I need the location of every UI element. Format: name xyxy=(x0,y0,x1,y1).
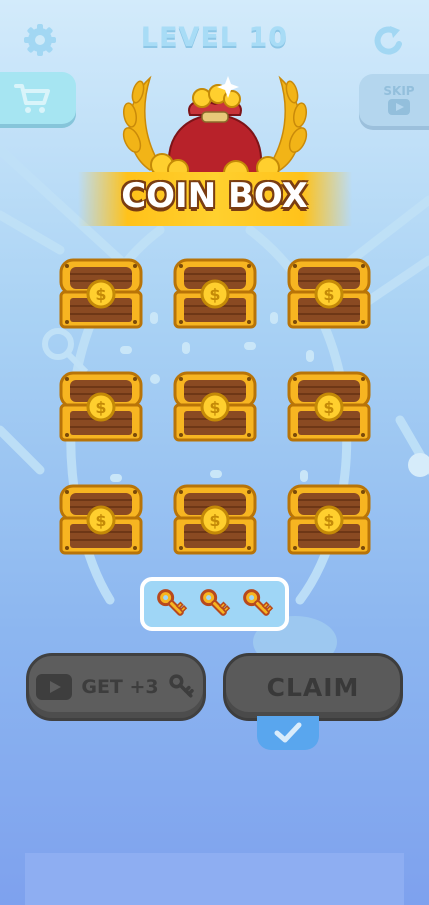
chest-icon[interactable]: $ xyxy=(172,369,258,443)
chest-icon[interactable]: $ xyxy=(58,482,144,556)
chest-icon[interactable]: $ xyxy=(172,482,258,556)
key-icon xyxy=(155,587,189,621)
claim-button[interactable]: CLAIM xyxy=(223,653,403,721)
svg-text:$: $ xyxy=(95,511,106,530)
svg-text:$: $ xyxy=(95,398,106,417)
svg-text:$: $ xyxy=(323,285,334,304)
reward-title: COIN BOX xyxy=(121,176,308,216)
get-keys-label: GET +3 xyxy=(81,676,159,698)
level-title: LEVEL 10 xyxy=(140,22,289,53)
chest-icon[interactable]: $ xyxy=(172,256,258,330)
chest-icon[interactable]: $ xyxy=(286,369,372,443)
svg-text:$: $ xyxy=(323,398,334,417)
chest-icon[interactable]: $ xyxy=(286,482,372,556)
video-icon xyxy=(388,99,410,115)
key-icon xyxy=(198,587,232,621)
restart-button[interactable] xyxy=(370,22,406,58)
key-icon xyxy=(168,674,194,698)
claim-label: CLAIM xyxy=(266,672,360,702)
video-icon xyxy=(36,674,73,700)
get-keys-video-button[interactable]: GET +3 xyxy=(26,653,206,721)
keys-counter xyxy=(140,577,289,631)
skip-label: SKIP xyxy=(383,84,415,98)
cart-icon xyxy=(14,84,50,113)
svg-text:$: $ xyxy=(209,511,220,530)
restart-icon xyxy=(374,26,402,55)
coin-bag-icon xyxy=(122,75,308,185)
svg-text:$: $ xyxy=(95,285,106,304)
ad-banner-area xyxy=(25,853,404,905)
chest-icon[interactable]: $ xyxy=(286,256,372,330)
svg-text:$: $ xyxy=(323,511,334,530)
skip-button[interactable]: SKIP xyxy=(359,74,429,126)
chest-icon[interactable]: $ xyxy=(58,369,144,443)
svg-text:$: $ xyxy=(209,285,220,304)
shop-button[interactable] xyxy=(0,72,76,124)
key-icon xyxy=(241,587,275,621)
svg-text:$: $ xyxy=(209,398,220,417)
chest-icon[interactable]: $ xyxy=(58,256,144,330)
checkmark-icon xyxy=(257,716,319,750)
